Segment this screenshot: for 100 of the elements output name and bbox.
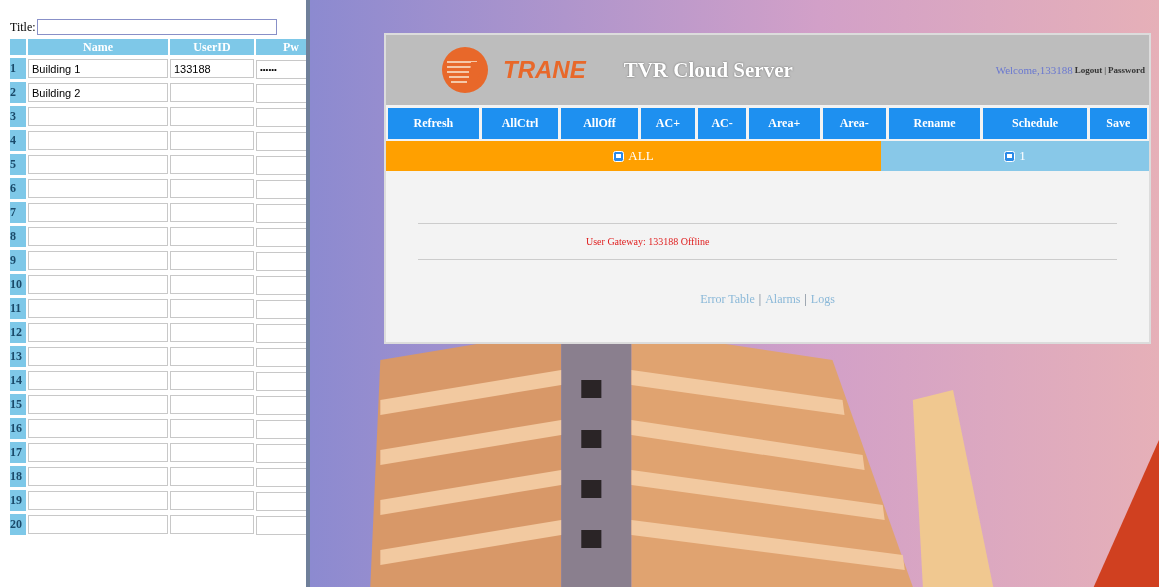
toolbar-button[interactable]: AllOff: [561, 108, 638, 139]
toolbar-button[interactable]: Rename: [888, 108, 981, 139]
password-field[interactable]: [256, 204, 306, 223]
name-field[interactable]: [28, 395, 168, 415]
name-field[interactable]: [28, 419, 168, 439]
password-field[interactable]: [256, 420, 306, 439]
password-field[interactable]: [256, 516, 306, 535]
toolbar-button[interactable]: AC-: [698, 108, 746, 139]
name-field[interactable]: [28, 443, 168, 463]
tab-icon: [613, 150, 625, 162]
userid-field[interactable]: [170, 131, 254, 151]
row-number: 7: [10, 202, 26, 223]
name-field[interactable]: Building 1: [28, 59, 168, 79]
userid-field[interactable]: [170, 515, 254, 535]
userid-field[interactable]: [170, 491, 254, 511]
password-field[interactable]: ••••••: [256, 60, 306, 79]
name-field[interactable]: [28, 155, 168, 175]
password-field[interactable]: [256, 444, 306, 463]
area-tab[interactable]: 1: [881, 141, 1149, 171]
name-field[interactable]: [28, 275, 168, 295]
column-header: Name: [28, 39, 168, 55]
userid-field[interactable]: [170, 467, 254, 487]
password-field[interactable]: [256, 108, 306, 127]
name-field[interactable]: [28, 131, 168, 151]
row-number: 10: [10, 274, 26, 295]
app-title: TVR Cloud Server: [623, 57, 794, 83]
password-field[interactable]: [256, 84, 306, 103]
area-tab[interactable]: ALL: [386, 141, 881, 171]
userid-field[interactable]: [170, 227, 254, 247]
row-number: 14: [10, 370, 26, 391]
password-field[interactable]: [256, 396, 306, 415]
userid-field[interactable]: [170, 347, 254, 367]
userid-field[interactable]: [170, 299, 254, 319]
logout-link[interactable]: Logout: [1074, 65, 1103, 75]
name-field[interactable]: [28, 371, 168, 391]
toolbar-button[interactable]: AllCtrl: [481, 108, 559, 139]
toolbar-button[interactable]: Refresh: [388, 108, 479, 139]
userid-field[interactable]: [170, 155, 254, 175]
userid-field[interactable]: [170, 323, 254, 343]
row-number: 1: [10, 58, 26, 79]
tab-icon: [1004, 150, 1016, 162]
name-field[interactable]: Building 2: [28, 83, 168, 103]
toolbar-button[interactable]: Save: [1089, 108, 1147, 139]
userid-field[interactable]: [170, 419, 254, 439]
separator: |: [804, 292, 807, 307]
userid-field[interactable]: [170, 443, 254, 463]
password-field[interactable]: [256, 348, 306, 367]
userid-field[interactable]: [170, 107, 254, 127]
title-label: Title:: [10, 19, 36, 35]
column-header: Pw: [256, 39, 306, 55]
userid-field[interactable]: [170, 203, 254, 223]
row-number: 13: [10, 346, 26, 367]
name-field[interactable]: [28, 227, 168, 247]
row-number: 3: [10, 106, 26, 127]
footer-link[interactable]: Logs: [810, 292, 835, 307]
row-number: 8: [10, 226, 26, 247]
name-field[interactable]: [28, 251, 168, 271]
toolbar-button[interactable]: Area-: [822, 108, 886, 139]
separator: |: [1104, 65, 1106, 75]
password-field[interactable]: [256, 276, 306, 295]
userid-field[interactable]: [170, 371, 254, 391]
brand-name: TRANE: [503, 56, 586, 84]
name-field[interactable]: [28, 467, 168, 487]
toolbar-button[interactable]: Schedule: [983, 108, 1087, 139]
password-field[interactable]: [256, 324, 306, 343]
password-link[interactable]: Password: [1108, 65, 1145, 75]
name-field[interactable]: [28, 299, 168, 319]
password-field[interactable]: [256, 372, 306, 391]
userid-field[interactable]: [170, 395, 254, 415]
password-field[interactable]: [256, 300, 306, 319]
corner-cell: [10, 39, 26, 55]
password-field[interactable]: [256, 132, 306, 151]
footer-link[interactable]: Alarms: [765, 292, 801, 307]
password-field[interactable]: [256, 252, 306, 271]
name-field[interactable]: [28, 323, 168, 343]
userid-field[interactable]: [170, 251, 254, 271]
name-field[interactable]: [28, 203, 168, 223]
name-field[interactable]: [28, 491, 168, 511]
name-field[interactable]: [28, 347, 168, 367]
name-field[interactable]: [28, 179, 168, 199]
toolbar-button[interactable]: Area+: [748, 108, 820, 139]
row-number: 4: [10, 130, 26, 151]
toolbar-button[interactable]: AC+: [640, 108, 696, 139]
row-number: 19: [10, 490, 26, 511]
welcome-text: Welcome,133188: [995, 64, 1073, 76]
userid-field[interactable]: [170, 83, 254, 103]
footer-link[interactable]: Error Table: [700, 292, 755, 307]
userid-field[interactable]: [170, 179, 254, 199]
password-field[interactable]: [256, 228, 306, 247]
userid-field[interactable]: 133188: [170, 59, 254, 79]
row-number: 15: [10, 394, 26, 415]
name-field[interactable]: [28, 107, 168, 127]
name-field[interactable]: [28, 515, 168, 535]
userid-field[interactable]: [170, 275, 254, 295]
password-field[interactable]: [256, 468, 306, 487]
password-field[interactable]: [256, 180, 306, 199]
title-field[interactable]: [36, 19, 277, 35]
row-number: 20: [10, 514, 26, 535]
password-field[interactable]: [256, 156, 306, 175]
password-field[interactable]: [256, 492, 306, 511]
